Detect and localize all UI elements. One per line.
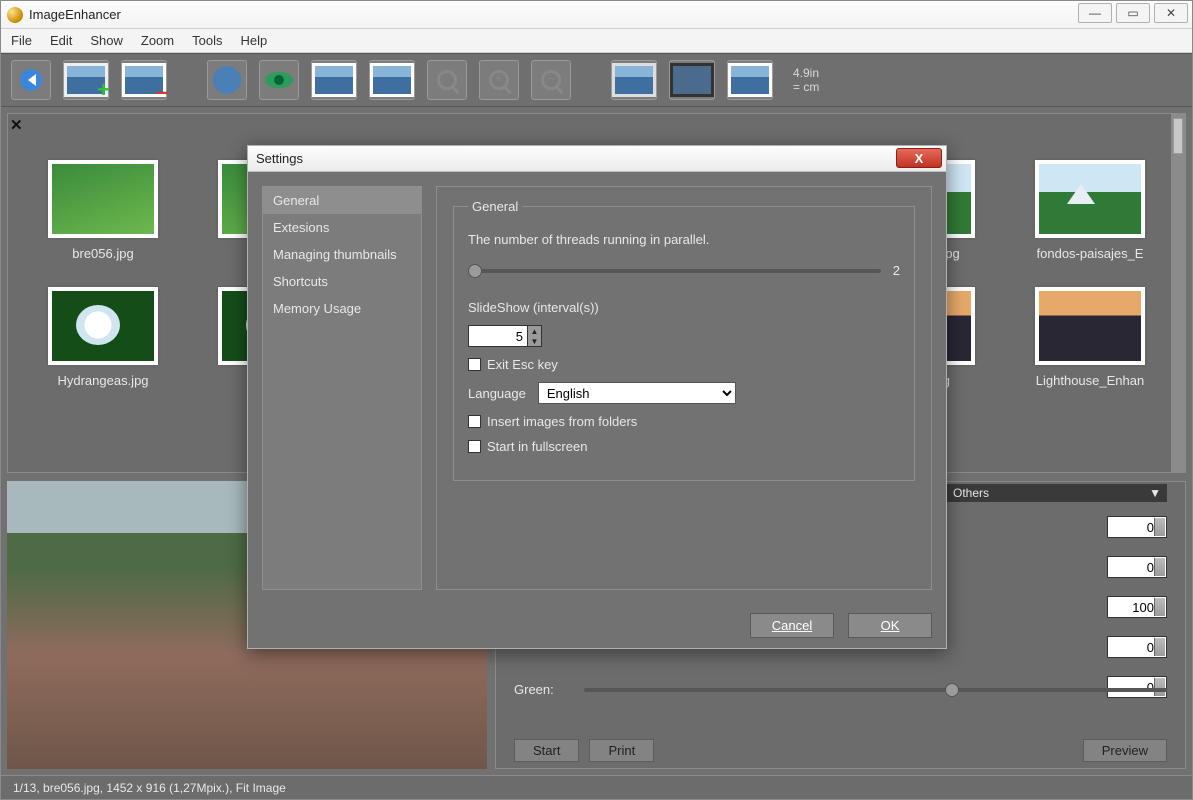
dialog-close-button[interactable]: X xyxy=(896,148,942,168)
zoom-out-button[interactable] xyxy=(531,60,571,100)
zoom-in-icon xyxy=(489,70,509,90)
thumb-label: Hydrangeas.jpg xyxy=(57,373,148,388)
thumb-label: Lighthouse_Enhan xyxy=(1036,373,1144,388)
checkbox-icon xyxy=(468,440,481,453)
threads-value: 2 xyxy=(893,263,900,278)
thumb-label: fondos-paisajes_E xyxy=(1037,246,1144,261)
slideshow-button[interactable] xyxy=(259,60,299,100)
thumb-image xyxy=(1035,160,1145,238)
dimensions-readout: 4.9in = cm xyxy=(793,66,819,94)
back-button[interactable] xyxy=(11,60,51,100)
value-box-2[interactable]: 0 xyxy=(1107,556,1167,578)
menu-edit[interactable]: Edit xyxy=(50,33,72,48)
dialog-titlebar: Settings X xyxy=(248,146,946,172)
start-fullscreen-checkbox[interactable]: Start in fullscreen xyxy=(468,439,900,454)
slideshow-interval-input[interactable] xyxy=(468,325,528,347)
thumb-image xyxy=(1035,287,1145,365)
gear-icon xyxy=(216,69,238,91)
print-button[interactable]: Print xyxy=(589,739,654,762)
sidebar-item-shortcuts[interactable]: Shortcuts xyxy=(263,268,421,295)
close-panel-button[interactable]: ✕ xyxy=(10,116,26,132)
insert-images-checkbox[interactable]: Insert images from folders xyxy=(468,414,900,429)
thumbs-scrollbar[interactable] xyxy=(1171,114,1185,472)
menu-tools[interactable]: Tools xyxy=(192,33,222,48)
chevron-down-icon: ▼ xyxy=(1149,486,1161,500)
step-down-icon[interactable]: ▼ xyxy=(528,336,541,346)
fieldset-legend: General xyxy=(468,199,522,214)
sidebar-item-general[interactable]: General xyxy=(263,187,421,214)
settings-pane-general: General The number of threads running in… xyxy=(436,186,932,590)
sidebar-item-memory[interactable]: Memory Usage xyxy=(263,295,421,322)
step-up-icon[interactable]: ▲ xyxy=(528,326,541,336)
thumb-item[interactable]: fondos-paisajes_E xyxy=(1035,160,1145,261)
zoom-out-icon xyxy=(541,70,561,90)
settings-sidebar: General Extesions Managing thumbnails Sh… xyxy=(262,186,422,590)
menu-help[interactable]: Help xyxy=(240,33,267,48)
sidebar-item-thumbs[interactable]: Managing thumbnails xyxy=(263,241,421,268)
threads-description: The number of threads running in paralle… xyxy=(468,224,900,263)
minimize-button[interactable]: — xyxy=(1078,3,1112,23)
exit-esc-checkbox[interactable]: Exit Esc key xyxy=(468,357,900,372)
menu-show[interactable]: Show xyxy=(90,33,123,48)
cancel-button[interactable]: Cancel xyxy=(750,613,834,638)
status-text: 1/13, bre056.jpg, 1452 x 916 (1,27Mpix.)… xyxy=(13,781,286,795)
language-select[interactable]: English xyxy=(538,382,736,404)
back-icon xyxy=(20,69,42,91)
maximize-button[interactable]: ▭ xyxy=(1116,3,1150,23)
menu-zoom[interactable]: Zoom xyxy=(141,33,174,48)
tab-others[interactable]: Others ▼ xyxy=(947,484,1167,502)
dialog-title: Settings xyxy=(256,151,303,166)
value-box-1[interactable]: 0 xyxy=(1107,516,1167,538)
threads-slider[interactable] xyxy=(468,269,881,273)
checkbox-icon xyxy=(468,415,481,428)
view-mode-1-button[interactable] xyxy=(611,60,657,100)
add-image-button[interactable] xyxy=(63,60,109,100)
zoom-fit-button[interactable] xyxy=(427,60,467,100)
value-box-3[interactable]: 100 xyxy=(1107,596,1167,618)
value-box-4[interactable]: 0 xyxy=(1107,636,1167,658)
settings-button[interactable] xyxy=(207,60,247,100)
thumb-image xyxy=(48,160,158,238)
ok-button[interactable]: OK xyxy=(848,613,932,638)
thumb-item[interactable]: Hydrangeas.jpg xyxy=(48,287,158,388)
zoom-in-button[interactable] xyxy=(479,60,519,100)
checkbox-icon xyxy=(468,358,481,371)
thumb-item[interactable]: bre056.jpg xyxy=(48,160,158,261)
slideshow-interval-stepper[interactable]: ▲▼ xyxy=(468,325,542,347)
app-title: ImageEnhancer xyxy=(29,7,121,22)
menu-file[interactable]: File xyxy=(11,33,32,48)
settings-dialog: Settings X General Extesions Managing th… xyxy=(247,145,947,649)
zoom-icon xyxy=(437,70,457,90)
close-window-button[interactable]: ✕ xyxy=(1154,3,1188,23)
thumb-item[interactable]: Lighthouse_Enhan xyxy=(1035,287,1145,388)
titlebar: ImageEnhancer — ▭ ✕ xyxy=(1,1,1192,29)
thumb-image xyxy=(48,287,158,365)
green-label: Green: xyxy=(514,682,570,697)
menubar: File Edit Show Zoom Tools Help xyxy=(1,29,1192,53)
app-window: ImageEnhancer — ▭ ✕ File Edit Show Zoom … xyxy=(0,0,1193,800)
eye-icon xyxy=(265,72,293,88)
sidebar-item-extensions[interactable]: Extesions xyxy=(263,214,421,241)
prev-image-button[interactable] xyxy=(311,60,357,100)
toolbar: 4.9in = cm xyxy=(1,53,1192,107)
preview-button[interactable]: Preview xyxy=(1083,739,1167,762)
green-slider[interactable] xyxy=(584,688,1167,692)
slideshow-label: SlideShow (interval(s)) xyxy=(468,300,900,315)
remove-image-button[interactable] xyxy=(121,60,167,100)
thumb-label: bre056.jpg xyxy=(72,246,133,261)
status-bar: 1/13, bre056.jpg, 1452 x 916 (1,27Mpix.)… xyxy=(1,775,1192,799)
app-icon xyxy=(7,7,23,23)
view-mode-2-button[interactable] xyxy=(669,60,715,100)
next-image-button[interactable] xyxy=(369,60,415,100)
start-button[interactable]: Start xyxy=(514,739,579,762)
language-label: Language xyxy=(468,386,526,401)
view-mode-3-button[interactable] xyxy=(727,60,773,100)
